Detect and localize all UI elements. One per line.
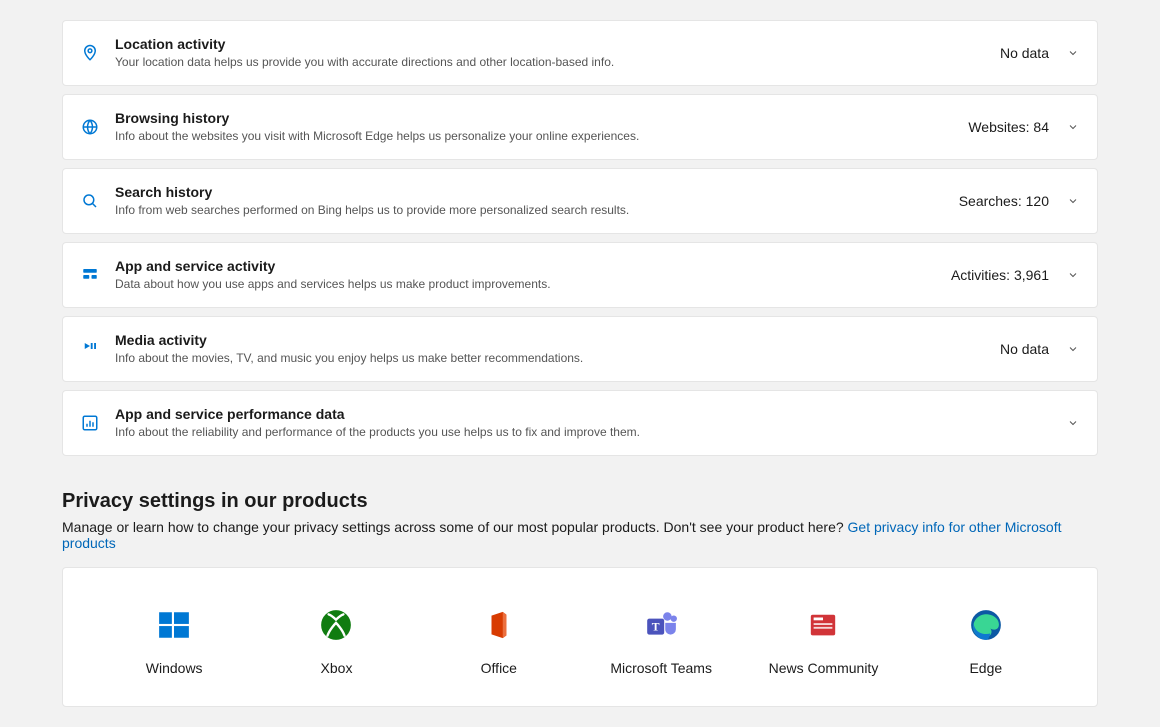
edge-icon bbox=[969, 608, 1003, 642]
product-label: Office bbox=[481, 660, 517, 676]
teams-icon: T bbox=[644, 608, 678, 642]
chevron-down-icon bbox=[1067, 417, 1079, 429]
activity-row-desc: Your location data helps us provide you … bbox=[115, 54, 1000, 71]
activity-row-meta: Activities: 3,961 bbox=[951, 267, 1049, 283]
product-edge[interactable]: Edge bbox=[905, 608, 1067, 676]
svg-text:T: T bbox=[652, 620, 660, 633]
product-news[interactable]: News Community bbox=[742, 608, 904, 676]
chevron-down-icon bbox=[1067, 121, 1079, 133]
activity-row-body: Media activity Info about the movies, TV… bbox=[115, 331, 1000, 367]
activity-row-meta: No data bbox=[1000, 341, 1049, 357]
activity-row-title: Location activity bbox=[115, 35, 1000, 53]
activity-row-location[interactable]: Location activity Your location data hel… bbox=[62, 20, 1098, 86]
product-teams[interactable]: T Microsoft Teams bbox=[580, 608, 742, 676]
product-office[interactable]: Office bbox=[418, 608, 580, 676]
activity-row-body: Browsing history Info about the websites… bbox=[115, 109, 968, 145]
activity-row-title: Search history bbox=[115, 183, 959, 201]
search-icon bbox=[81, 192, 99, 210]
xbox-icon bbox=[319, 608, 353, 642]
activity-row-title: App and service performance data bbox=[115, 405, 1049, 423]
activity-row-desc: Info about the websites you visit with M… bbox=[115, 128, 968, 145]
product-label: Microsoft Teams bbox=[610, 660, 712, 676]
activity-row-desc: Data about how you use apps and services… bbox=[115, 276, 951, 293]
product-label: Xbox bbox=[321, 660, 353, 676]
activity-row-meta: No data bbox=[1000, 45, 1049, 61]
activity-row-body: Search history Info from web searches pe… bbox=[115, 183, 959, 219]
product-xbox[interactable]: Xbox bbox=[255, 608, 417, 676]
product-label: Edge bbox=[969, 660, 1002, 676]
activity-row-media[interactable]: Media activity Info about the movies, TV… bbox=[62, 316, 1098, 382]
activity-row-body: App and service activity Data about how … bbox=[115, 257, 951, 293]
chevron-down-icon bbox=[1067, 343, 1079, 355]
products-section-title: Privacy settings in our products bbox=[62, 490, 1098, 513]
chevron-down-icon bbox=[1067, 195, 1079, 207]
activity-row-search[interactable]: Search history Info from web searches pe… bbox=[62, 168, 1098, 234]
media-icon bbox=[81, 340, 99, 358]
activity-row-perf[interactable]: App and service performance data Info ab… bbox=[62, 390, 1098, 456]
products-card: Windows Xbox Office T Microsoft Teams Ne… bbox=[62, 567, 1098, 707]
location-pin-icon bbox=[81, 44, 99, 62]
activity-row-meta: Searches: 120 bbox=[959, 193, 1049, 209]
product-label: Windows bbox=[146, 660, 203, 676]
activity-row-apps[interactable]: App and service activity Data about how … bbox=[62, 242, 1098, 308]
products-section-desc-text: Manage or learn how to change your priva… bbox=[62, 519, 848, 535]
chevron-down-icon bbox=[1067, 269, 1079, 281]
activity-row-desc: Info about the movies, TV, and music you… bbox=[115, 350, 1000, 367]
windows-icon bbox=[157, 608, 191, 642]
product-label: News Community bbox=[769, 660, 879, 676]
activity-row-desc: Info from web searches performed on Bing… bbox=[115, 202, 959, 219]
chevron-down-icon bbox=[1067, 47, 1079, 59]
activity-row-title: Media activity bbox=[115, 331, 1000, 349]
activity-row-body: App and service performance data Info ab… bbox=[115, 405, 1049, 441]
activity-row-desc: Info about the reliability and performan… bbox=[115, 424, 1049, 441]
activity-row-title: App and service activity bbox=[115, 257, 951, 275]
activity-row-body: Location activity Your location data hel… bbox=[115, 35, 1000, 71]
activity-row-meta: Websites: 84 bbox=[968, 119, 1049, 135]
products-section-desc: Manage or learn how to change your priva… bbox=[62, 519, 1098, 551]
office-icon bbox=[482, 608, 516, 642]
activity-row-title: Browsing history bbox=[115, 109, 968, 127]
apps-icon bbox=[81, 266, 99, 284]
bar-chart-icon bbox=[81, 414, 99, 432]
activity-row-browsing[interactable]: Browsing history Info about the websites… bbox=[62, 94, 1098, 160]
product-windows[interactable]: Windows bbox=[93, 608, 255, 676]
news-icon bbox=[806, 608, 840, 642]
globe-icon bbox=[81, 118, 99, 136]
